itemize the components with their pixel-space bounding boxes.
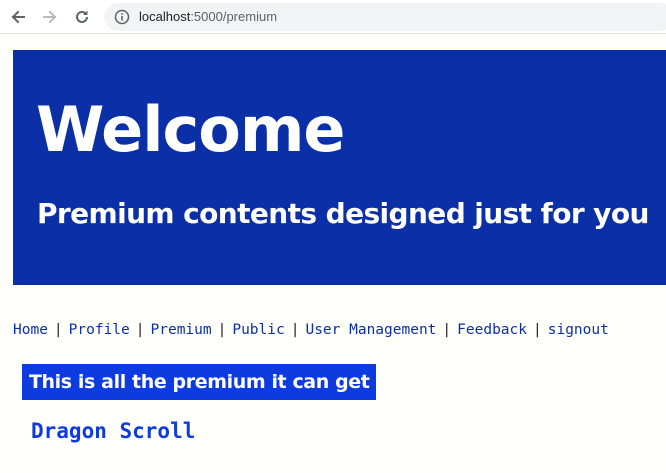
forward-arrow-icon [43, 10, 57, 24]
url-text[interactable]: localhost:5000/premium [139, 9, 277, 25]
premium-item-title: Dragon Scroll [31, 419, 196, 443]
reload-icon [76, 10, 88, 23]
nav-link-profile[interactable]: Profile [69, 322, 130, 338]
back-arrow-icon [11, 10, 25, 24]
nav-link-public[interactable]: Public [232, 322, 284, 338]
nav-separator: | [135, 322, 145, 338]
premium-banner: This is all the premium it can get [22, 364, 377, 400]
page-body: Welcome Premium contents designed just f… [0, 35, 666, 473]
page-subtitle: Premium contents designed just for you [37, 197, 649, 230]
address-bar[interactable]: localhost:5000/premium [104, 3, 666, 31]
nav-separator: | [290, 322, 300, 338]
page-title: Welcome [36, 93, 345, 166]
url-path: :5000/premium [190, 9, 278, 24]
nav-link-home[interactable]: Home [13, 322, 48, 338]
nav-link-feedback[interactable]: Feedback [457, 322, 527, 338]
url-host: localhost [139, 9, 191, 24]
site-nav: Home | Profile | Premium | Public | User Managem… [13, 320, 609, 340]
reload-button[interactable] [69, 4, 95, 30]
nav-separator: | [442, 322, 452, 338]
nav-separator: | [533, 322, 542, 338]
info-icon[interactable] [114, 9, 130, 25]
browser-toolbar: localhost:5000/premium [0, 0, 666, 34]
hero-banner: Welcome Premium contents designed just f… [13, 50, 666, 285]
back-button[interactable] [5, 4, 31, 30]
nav-link-signout[interactable]: signout [548, 322, 609, 338]
nav-link-premium[interactable]: Premium [151, 322, 212, 338]
nav-link-user-management[interactable]: User Management [305, 322, 436, 338]
nav-separator: | [53, 322, 63, 338]
nav-separator: | [217, 322, 227, 338]
forward-button[interactable] [37, 4, 63, 30]
